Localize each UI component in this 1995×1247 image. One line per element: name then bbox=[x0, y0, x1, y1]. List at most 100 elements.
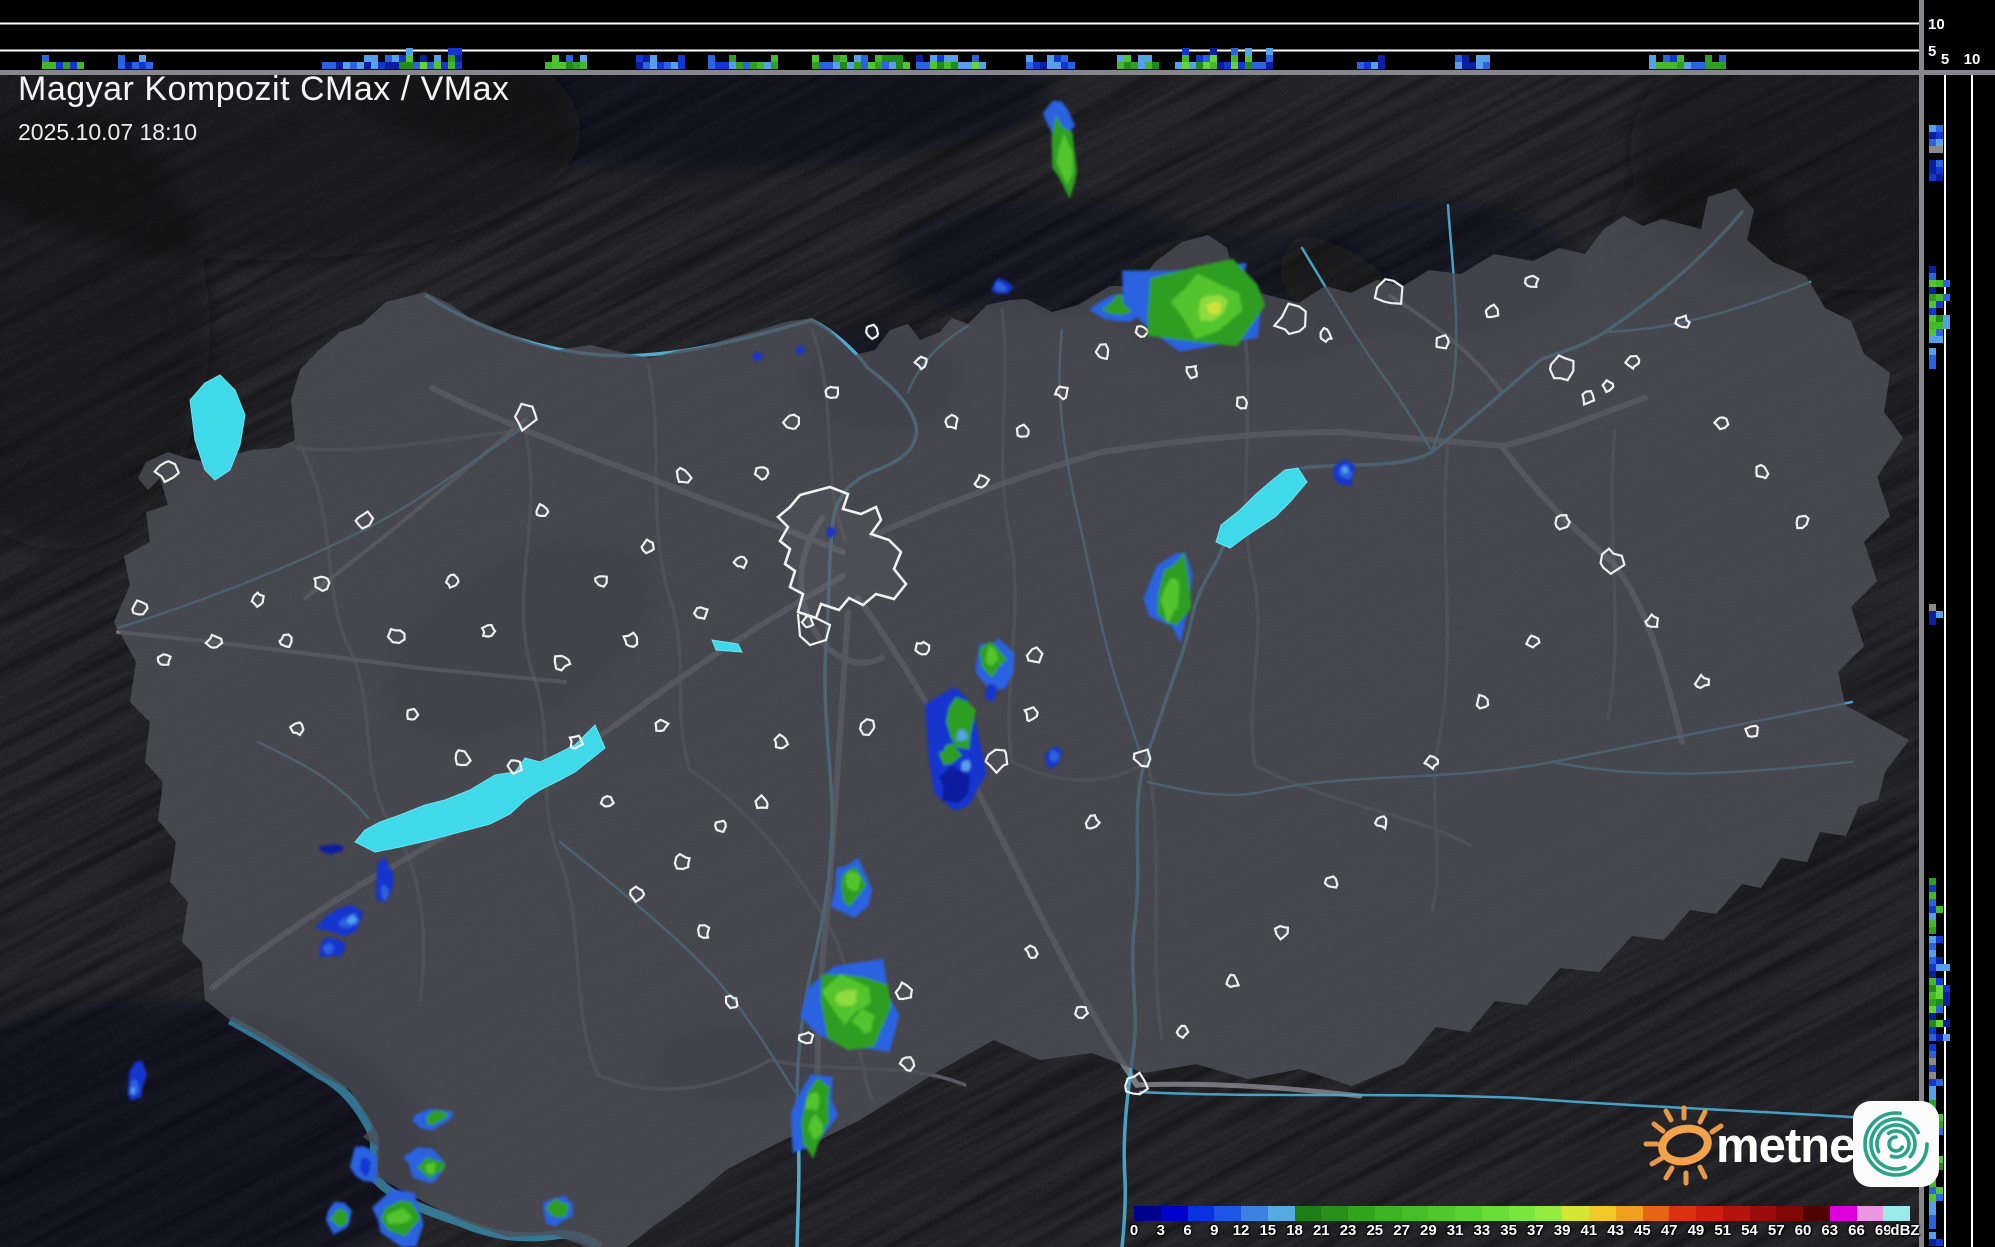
legend-cell bbox=[1455, 1206, 1482, 1221]
legend-cell bbox=[1294, 1206, 1322, 1221]
legend-cell bbox=[1160, 1206, 1188, 1221]
city-outline bbox=[797, 1031, 815, 1045]
legend-cell bbox=[1722, 1206, 1750, 1221]
legend-tick-label: 45 bbox=[1634, 1222, 1651, 1239]
legend-tick-label: 29 bbox=[1420, 1222, 1437, 1239]
legend-tick-label: 12 bbox=[1232, 1222, 1250, 1239]
legend-tick-label: 69 bbox=[1874, 1222, 1892, 1239]
legend-tick-label: 31 bbox=[1446, 1222, 1464, 1239]
sun-icon bbox=[1643, 1105, 1724, 1186]
city-outline bbox=[1235, 395, 1249, 410]
legend-tick-label: 57 bbox=[1767, 1222, 1785, 1239]
legend-tick-label: 18 bbox=[1286, 1222, 1303, 1239]
legend-tick-label: 9 bbox=[1210, 1222, 1219, 1239]
city-outline bbox=[386, 627, 406, 645]
legend-tick-label: 6 bbox=[1183, 1222, 1192, 1239]
city-outline bbox=[692, 606, 709, 620]
legend-cell bbox=[1241, 1206, 1268, 1221]
legend-tick-label: 39 bbox=[1553, 1222, 1571, 1239]
legend-cell bbox=[1187, 1206, 1215, 1221]
city-outline bbox=[1523, 274, 1540, 289]
legend-cell bbox=[1589, 1206, 1616, 1221]
legend-cell bbox=[1883, 1206, 1911, 1221]
city-outline bbox=[724, 994, 739, 1010]
legend-cell bbox=[1134, 1206, 1161, 1221]
legend-tick-label: 49 bbox=[1687, 1222, 1705, 1239]
legend-cell bbox=[1803, 1206, 1830, 1221]
city-outline bbox=[1185, 364, 1198, 380]
legend-cell bbox=[1401, 1206, 1429, 1221]
legend-cell bbox=[1508, 1206, 1536, 1221]
legend-tick-label: 15 bbox=[1259, 1222, 1277, 1239]
timestamp: 2025.10.07 18:10 bbox=[18, 119, 198, 145]
legend-tick-label: 0 bbox=[1129, 1222, 1139, 1239]
legend-cell bbox=[1214, 1206, 1242, 1221]
top-axis-label-5: 5 bbox=[1928, 43, 1936, 60]
legend-cell bbox=[1669, 1206, 1697, 1221]
dbz-color-scale: 0 3 6 9 12 15 18 21 23 25 27 29 31 33 35 37 39 41 43 45 47 49… bbox=[1130, 1206, 1934, 1246]
dbz-color-bar bbox=[1134, 1206, 1911, 1221]
legend-cell bbox=[1829, 1206, 1857, 1221]
legend-tick-label: 21 bbox=[1312, 1222, 1330, 1239]
city-outline bbox=[1323, 875, 1339, 889]
city-outline bbox=[714, 819, 727, 834]
city-outline bbox=[1015, 423, 1030, 438]
city-outline bbox=[914, 640, 931, 656]
legend-tick-label: 35 bbox=[1500, 1222, 1517, 1239]
legend-tick-label: 43 bbox=[1607, 1222, 1624, 1239]
city-outline bbox=[599, 794, 616, 808]
wordmark: metnet bbox=[1716, 1119, 1871, 1173]
radar-map: 10 5 5 10 bbox=[0, 0, 1995, 1247]
title-block: Magyar Kompozit CMax / VMax 2025.10.07 1… bbox=[18, 70, 510, 146]
city-outline bbox=[313, 575, 331, 593]
legend-tick-label: 3 bbox=[1156, 1222, 1165, 1239]
city-outline bbox=[156, 653, 173, 666]
city-outline bbox=[1554, 513, 1572, 531]
legend-tick-label: 60 bbox=[1794, 1222, 1812, 1239]
legend-cell bbox=[1267, 1206, 1295, 1221]
legend-cell bbox=[1749, 1206, 1777, 1221]
legend-tick-label: 63 bbox=[1821, 1222, 1839, 1239]
legend-tick-label: 23 bbox=[1339, 1222, 1357, 1239]
legend-tick-label: 41 bbox=[1580, 1222, 1598, 1239]
legend-tick-label: 51 bbox=[1714, 1222, 1732, 1239]
app-spiral-icon bbox=[1853, 1101, 1939, 1187]
legend-tick-label: 54 bbox=[1741, 1222, 1758, 1239]
legend-unit-label: dBZ bbox=[1890, 1222, 1920, 1239]
metnet-logo: metnet bbox=[1643, 1101, 1939, 1187]
page-title: Magyar Kompozit CMax / VMax bbox=[18, 70, 510, 108]
city-outline bbox=[944, 413, 959, 430]
city-outline bbox=[1744, 724, 1759, 738]
legend-tick-label: 37 bbox=[1527, 1222, 1544, 1239]
legend-tick-label: 27 bbox=[1393, 1222, 1410, 1239]
right-profile-panel bbox=[1924, 0, 1995, 1247]
right-axis-label-10: 10 bbox=[1964, 51, 1981, 68]
city-outline bbox=[1435, 333, 1450, 350]
city-outline bbox=[444, 573, 460, 590]
legend-tick-label: 25 bbox=[1366, 1222, 1384, 1239]
city-outline bbox=[1134, 324, 1149, 338]
legend-cell bbox=[1535, 1206, 1563, 1221]
legend-tick-label: 33 bbox=[1473, 1222, 1491, 1239]
legend-cell bbox=[1856, 1206, 1884, 1221]
top-axis-label-10: 10 bbox=[1928, 16, 1945, 33]
legend-cell bbox=[1348, 1206, 1375, 1221]
legend-cell bbox=[1776, 1206, 1804, 1221]
city-outline bbox=[824, 385, 840, 400]
legend-cell bbox=[1428, 1206, 1456, 1221]
top-profile-panel bbox=[0, 0, 1919, 71]
panel-separator-vertical bbox=[1919, 0, 1924, 1247]
right-axis-label-5: 5 bbox=[1941, 51, 1949, 68]
legend-cell bbox=[1615, 1206, 1643, 1221]
legend-cell bbox=[1696, 1206, 1723, 1221]
legend-cell bbox=[1562, 1206, 1590, 1221]
legend-cell bbox=[1481, 1206, 1509, 1221]
radar-composite-image: 10 5 5 10 Magyar Kompozit CMax / VMax 20… bbox=[0, 0, 1995, 1247]
city-outline bbox=[696, 924, 711, 940]
legend-cell bbox=[1642, 1206, 1670, 1221]
legend-cell bbox=[1374, 1206, 1402, 1221]
city-outline bbox=[406, 707, 420, 721]
legend-cell bbox=[1321, 1206, 1349, 1221]
legend-tick-label: 66 bbox=[1848, 1222, 1865, 1239]
legend-tick-label: 47 bbox=[1660, 1222, 1678, 1239]
